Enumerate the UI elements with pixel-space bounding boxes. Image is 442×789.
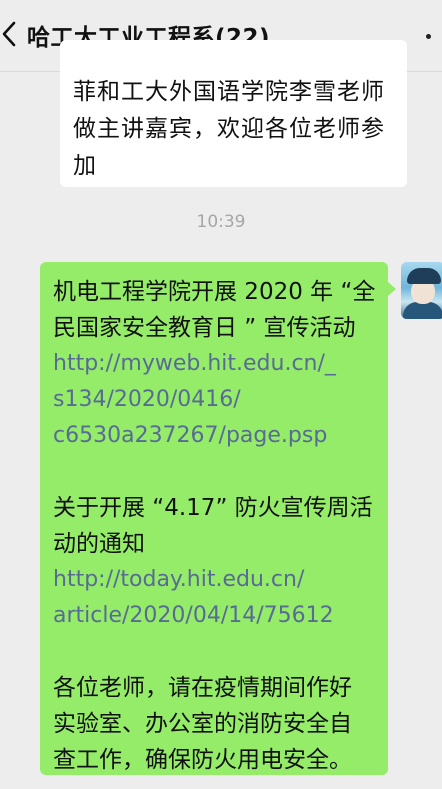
message-line: 各位老师，请在疫情期间作好 bbox=[53, 675, 352, 701]
message-line: 关于开展 “4.17” 防火宣传周活 bbox=[53, 495, 373, 521]
avatar[interactable] bbox=[401, 262, 442, 319]
avatar-body bbox=[403, 302, 442, 319]
message-line: 查工作，确保防火用电安全。 bbox=[53, 747, 352, 773]
message-line: 实验室、办公室的消防安全自 bbox=[53, 711, 352, 737]
message-line: 机电工程学院开展 2020 年 “全 bbox=[53, 279, 376, 305]
more-dots-icon bbox=[426, 33, 431, 39]
outgoing-message-bubble[interactable]: 机电工程学院开展 2020 年 “全 民国家安全教育日 ” 宣传活动 http:… bbox=[40, 262, 396, 775]
message-line: 做主讲嘉宾，欢迎各位老师参 bbox=[73, 116, 385, 142]
message-line: 菲和工大外国语学院李雪老师 bbox=[73, 79, 385, 105]
back-button[interactable] bbox=[0, 16, 22, 52]
message-link[interactable]: c6530a237267/page.psp bbox=[53, 418, 380, 454]
more-button[interactable] bbox=[426, 28, 442, 44]
message-line: 动的通知 bbox=[53, 531, 145, 557]
message-line: 加 bbox=[73, 153, 97, 179]
message-link[interactable]: article/2020/04/14/75612 bbox=[53, 598, 380, 634]
message-timestamp: 10:39 bbox=[196, 212, 246, 232]
chat-screen: 哈工大工业工程系(22) 菲和工大外国语学院李雪老师 做主讲嘉宾，欢迎各位老师参… bbox=[0, 0, 442, 789]
incoming-message-bubble[interactable]: 菲和工大外国语学院李雪老师 做主讲嘉宾，欢迎各位老师参 加 bbox=[60, 40, 407, 187]
chevron-left-icon bbox=[2, 21, 16, 47]
message-link[interactable]: s134/2020/0416/ bbox=[53, 382, 380, 418]
message-link[interactable]: http://today.hit.edu.cn/ bbox=[53, 562, 380, 598]
message-link[interactable]: http://myweb.hit.edu.cn/_ bbox=[53, 346, 380, 382]
message-line: 民国家安全教育日 ” 宣传活动 bbox=[53, 315, 356, 341]
avatar-hat bbox=[407, 268, 441, 284]
